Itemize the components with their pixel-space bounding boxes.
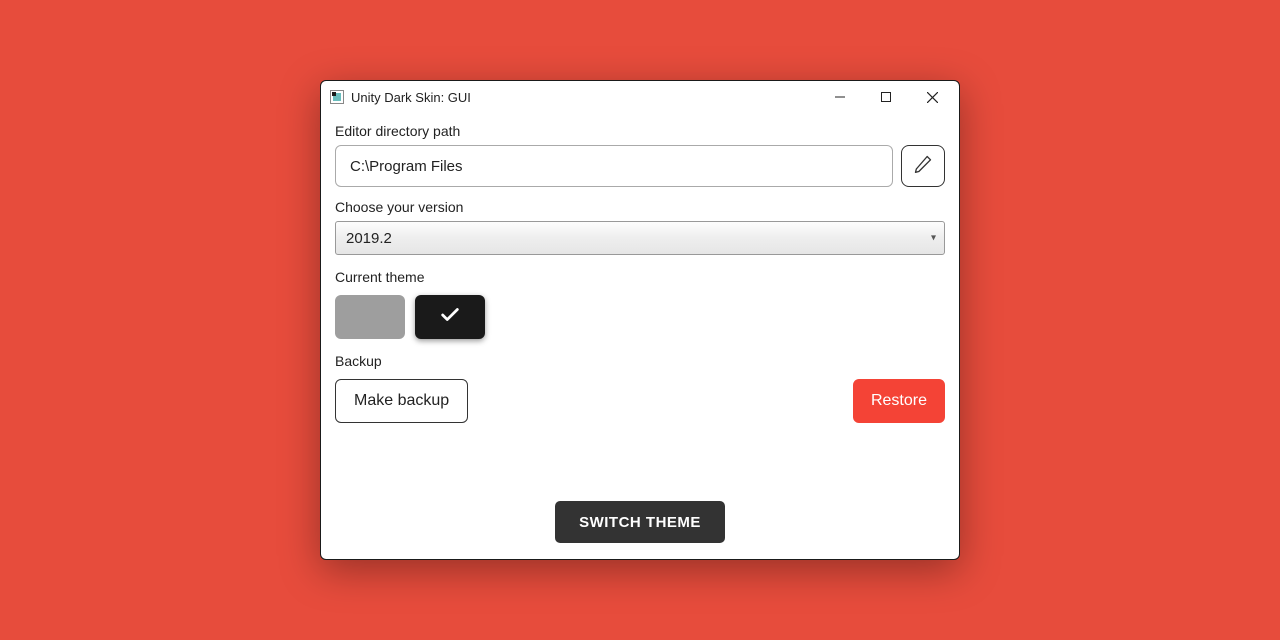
browse-button[interactable]: [901, 145, 945, 187]
choose-version-label: Choose your version: [335, 199, 945, 215]
titlebar: Unity Dark Skin: GUI: [321, 81, 959, 113]
backup-label: Backup: [335, 353, 945, 369]
close-button[interactable]: [909, 81, 955, 113]
switch-theme-button[interactable]: SWITCH THEME: [555, 501, 725, 543]
window-controls: [817, 81, 955, 113]
restore-button[interactable]: Restore: [853, 379, 945, 423]
version-select[interactable]: 2019.2 ▾: [335, 221, 945, 255]
editor-path-label: Editor directory path: [335, 123, 945, 139]
pencil-icon: [913, 154, 933, 179]
chevron-down-icon: ▾: [931, 233, 936, 244]
make-backup-button[interactable]: Make backup: [335, 379, 468, 423]
maximize-button[interactable]: [863, 81, 909, 113]
current-theme-label: Current theme: [335, 269, 945, 285]
minimize-button[interactable]: [817, 81, 863, 113]
app-window: Unity Dark Skin: GUI Editor directory pa…: [320, 80, 960, 560]
app-icon: [329, 89, 345, 105]
editor-path-input[interactable]: [335, 145, 893, 187]
theme-option-light[interactable]: [335, 295, 405, 339]
theme-option-dark[interactable]: [415, 295, 485, 339]
content-area: Editor directory path Choose your versio…: [321, 113, 959, 559]
window-title: Unity Dark Skin: GUI: [351, 90, 471, 105]
version-selected-value: 2019.2: [346, 230, 392, 247]
check-icon: [439, 304, 461, 331]
